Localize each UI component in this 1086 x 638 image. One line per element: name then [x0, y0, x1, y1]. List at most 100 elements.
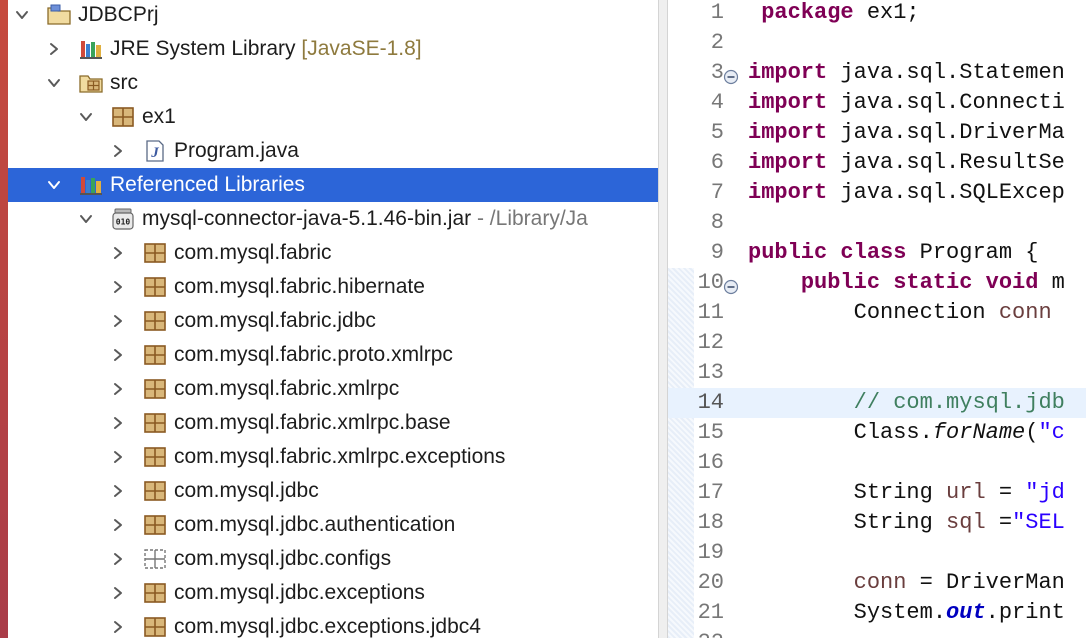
tree-item-label: com.mysql.fabric.xmlrpc.base: [174, 406, 451, 440]
tree-row[interactable]: src: [8, 66, 658, 100]
tree-row[interactable]: com.mysql.fabric.proto.xmlrpc: [8, 338, 658, 372]
tree-row[interactable]: com.mysql.fabric.hibernate: [8, 270, 658, 304]
tree-row[interactable]: 010 mysql-connector-java-5.1.46-bin.jar -…: [8, 202, 658, 236]
code-line[interactable]: 6 import java.sql.ResultSe: [668, 148, 1086, 178]
chevron-right-icon[interactable]: [42, 32, 66, 66]
code-token: forName: [932, 420, 1026, 445]
chevron-right-icon[interactable]: [106, 270, 130, 304]
code-line[interactable]: 1 package ex1;: [668, 0, 1086, 28]
tree-row[interactable]: com.mysql.fabric.xmlrpc.exceptions: [8, 440, 658, 474]
tree-item-text: com.mysql.fabric.jdbc: [174, 309, 376, 332]
package-explorer[interactable]: JDBCPrj JRE System Library [JavaSE-1.8] sr…: [8, 0, 658, 638]
code-token: import: [748, 150, 828, 175]
chevron-down-icon[interactable]: [42, 168, 66, 202]
code-line[interactable]: 7 import java.sql.SQLExcep: [668, 178, 1086, 208]
chevron-right-icon[interactable]: [106, 372, 130, 406]
chevron-right-icon[interactable]: [106, 304, 130, 338]
code-line[interactable]: 8: [668, 208, 1086, 238]
chevron-right-icon[interactable]: [106, 508, 130, 542]
code-token: String: [748, 510, 947, 535]
code-line[interactable]: 17 String url = "jd: [668, 478, 1086, 508]
code-token: .print: [985, 600, 1065, 625]
code-line[interactable]: 21 System.out.print: [668, 598, 1086, 628]
tree-item-label: com.mysql.fabric.xmlrpc.exceptions: [174, 440, 505, 474]
source-folder-icon: [78, 71, 104, 95]
tree-row[interactable]: com.mysql.fabric.xmlrpc: [8, 372, 658, 406]
chevron-right-icon[interactable]: [106, 440, 130, 474]
chevron-right-icon[interactable]: [106, 338, 130, 372]
tree-row[interactable]: ex1: [8, 100, 658, 134]
tree-row[interactable]: com.mysql.jdbc.configs: [8, 542, 658, 576]
code-line[interactable]: 12: [668, 328, 1086, 358]
tree-item-label: com.mysql.jdbc.authentication: [174, 508, 455, 542]
fold-collapse-icon[interactable]: [723, 275, 739, 295]
package-icon: [142, 445, 168, 469]
view-divider[interactable]: [658, 0, 668, 638]
chevron-right-icon[interactable]: [106, 406, 130, 440]
code-line[interactable]: 5 import java.sql.DriverMa: [668, 118, 1086, 148]
tree-row[interactable]: com.mysql.jdbc.exceptions.jdbc4: [8, 610, 658, 638]
code-line[interactable]: 10 public static void m: [668, 268, 1086, 298]
tree-item-text: com.mysql.fabric.hibernate: [174, 275, 425, 298]
tree-row[interactable]: com.mysql.fabric.jdbc: [8, 304, 658, 338]
tree-row[interactable]: com.mysql.jdbc.authentication: [8, 508, 658, 542]
code-token: "jd: [1025, 480, 1065, 505]
code-line[interactable]: 13: [668, 358, 1086, 388]
code-line[interactable]: 3 import java.sql.Statemen: [668, 58, 1086, 88]
tree-item-label: com.mysql.jdbc: [174, 474, 319, 508]
chevron-right-icon[interactable]: [106, 134, 130, 168]
code-line[interactable]: 11 Connection conn: [668, 298, 1086, 328]
chevron-right-icon[interactable]: [106, 610, 130, 638]
tree-item-decoration: - /Library/Ja: [471, 207, 588, 230]
jar-icon: 010: [110, 207, 136, 231]
code-line[interactable]: 16: [668, 448, 1086, 478]
chevron-down-icon[interactable]: [74, 202, 98, 236]
tree-row[interactable]: com.mysql.jdbc: [8, 474, 658, 508]
chevron-down-icon[interactable]: [42, 66, 66, 100]
java-editor[interactable]: 1 package ex1; 2 3 import java.sql.Statemen…: [668, 0, 1086, 638]
code-line[interactable]: 4 import java.sql.Connecti: [668, 88, 1086, 118]
chevron-right-icon[interactable]: [106, 236, 130, 270]
code-line[interactable]: 20 conn = DriverMan: [668, 568, 1086, 598]
code-text: import java.sql.DriverMa: [748, 118, 1065, 148]
code-line[interactable]: 19: [668, 538, 1086, 568]
tree-item-label: com.mysql.fabric.proto.xmlrpc: [174, 338, 453, 372]
chevron-right-icon[interactable]: [106, 474, 130, 508]
tree-row[interactable]: com.mysql.fabric: [8, 236, 658, 270]
project-tree[interactable]: JDBCPrj JRE System Library [JavaSE-1.8] sr…: [8, 0, 658, 638]
code-token: java.sql.ResultSe: [827, 150, 1065, 175]
tree-row[interactable]: J Program.java: [8, 134, 658, 168]
code-line[interactable]: 9 public class Program {: [668, 238, 1086, 268]
tree-item-text: com.mysql.fabric.xmlrpc.exceptions: [174, 445, 506, 468]
chevron-down-icon[interactable]: [10, 0, 34, 32]
code-line[interactable]: 18 String sql ="SEL: [668, 508, 1086, 538]
chevron-right-icon[interactable]: [106, 576, 130, 610]
chevron-right-icon[interactable]: [106, 542, 130, 576]
tree-row[interactable]: JDBCPrj: [8, 0, 658, 32]
chevron-down-icon[interactable]: [74, 100, 98, 134]
fold-collapse-icon[interactable]: [723, 65, 739, 85]
line-number: 16: [697, 450, 724, 475]
code-token: public: [748, 240, 828, 265]
tree-item-decoration: [JavaSE-1.8]: [295, 37, 422, 60]
code-line[interactable]: 14 // com.mysql.jdb: [668, 388, 1086, 418]
code-line[interactable]: 2: [668, 28, 1086, 58]
code-line[interactable]: 22: [668, 628, 1086, 638]
tree-row[interactable]: Referenced Libraries: [8, 168, 658, 202]
code-token: java.sql.DriverMa: [827, 120, 1065, 145]
code-text: import java.sql.Connecti: [748, 88, 1065, 118]
code-line[interactable]: 15 Class.forName("c: [668, 418, 1086, 448]
tree-row[interactable]: com.mysql.fabric.xmlrpc.base: [8, 406, 658, 440]
tree-row[interactable]: JRE System Library [JavaSE-1.8]: [8, 32, 658, 66]
code-text: String sql ="SEL: [748, 508, 1065, 538]
line-number: 5: [710, 120, 724, 145]
empty-package-icon: [142, 547, 168, 571]
tree-item-label: com.mysql.jdbc.exceptions: [174, 576, 425, 610]
code-text: public class Program {: [748, 238, 1038, 268]
package-icon: [142, 581, 168, 605]
tree-row[interactable]: com.mysql.jdbc.exceptions: [8, 576, 658, 610]
code-token: "c: [1038, 420, 1065, 445]
code-token: (: [1025, 420, 1039, 445]
line-number: 19: [697, 540, 724, 565]
